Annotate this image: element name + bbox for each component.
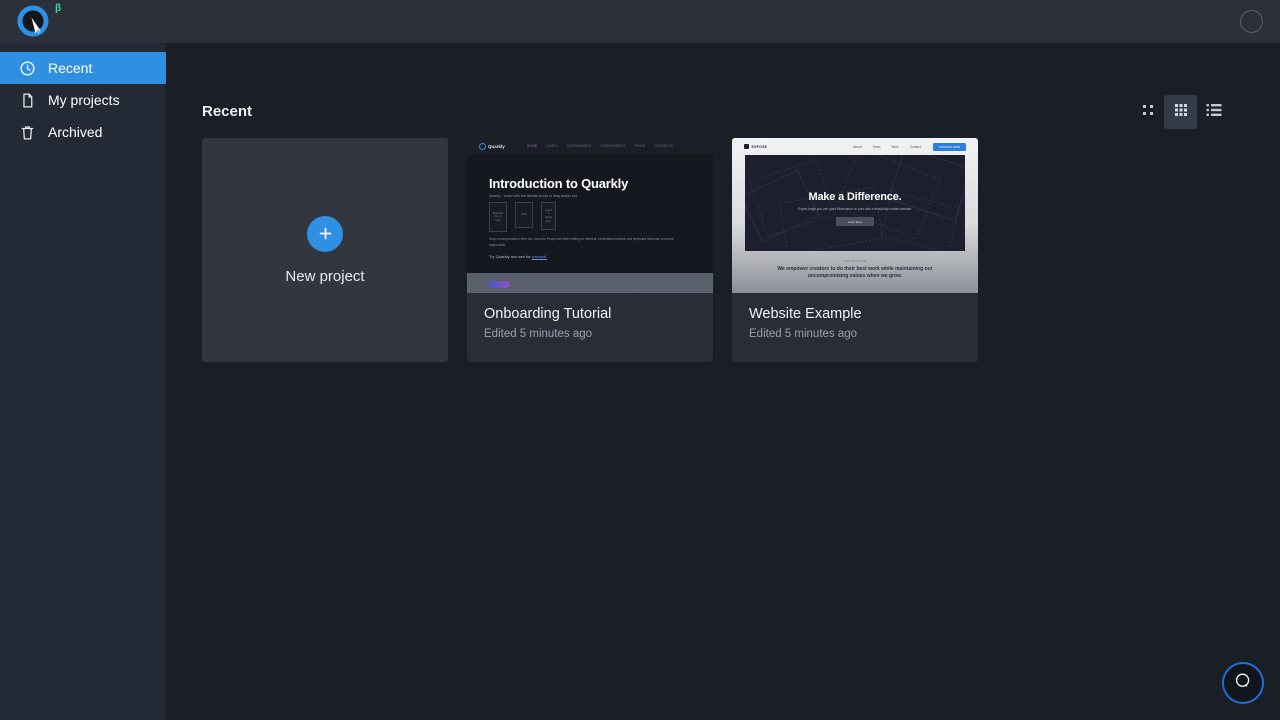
- view-mode-grid-button[interactable]: [1164, 95, 1197, 129]
- grid-3x3-icon: [1174, 103, 1188, 122]
- list-icon: [1206, 103, 1222, 122]
- sidebar-item-archived[interactable]: Archived: [0, 116, 166, 148]
- top-bar: β: [0, 0, 1280, 43]
- view-mode-compact-grid-button[interactable]: [1131, 95, 1164, 129]
- thumb-brand-name: Quarkly: [488, 143, 505, 149]
- quarkly-q-logo-icon: [14, 2, 52, 45]
- project-edited-time: Edited 5 minutes ago: [484, 327, 593, 340]
- content-header: Recent: [202, 95, 1255, 129]
- thumb-nav-link: CONTACTS: [654, 144, 673, 148]
- thumb-brand: Quarkly: [479, 142, 505, 150]
- thumb-cta-button: CONTACT NOW: [933, 143, 966, 151]
- thumb-heading: Make a Difference.: [808, 191, 902, 203]
- thumb-nav-link: CASES: [546, 144, 558, 148]
- sidebar-item-label: Archived: [48, 123, 103, 140]
- new-project-card[interactable]: New project: [202, 138, 448, 362]
- thumb-nav-link: COMPONENTS: [600, 144, 626, 148]
- project-card-info: Website Example Edited 5 minutes ago: [732, 293, 978, 341]
- clock-icon: [18, 59, 36, 77]
- thumb-nav-link: PRICE: [634, 144, 646, 148]
- thumb-brand-name: EXPOSE: [751, 144, 768, 149]
- main-content: Recent New project Quarkly HOME CASES CU…: [166, 43, 1280, 720]
- trash-icon: [18, 123, 36, 141]
- thumb-nav-link: Team: [872, 144, 881, 149]
- project-card[interactable]: Quarkly HOME CASES CUSTOMIZING COMPONENT…: [467, 138, 713, 362]
- thumb-nav-link: Work: [891, 144, 899, 149]
- sidebar-item-label: My projects: [48, 91, 120, 108]
- sidebar-item-recent[interactable]: Recent: [0, 52, 166, 84]
- view-mode-list-button[interactable]: [1197, 95, 1230, 129]
- thumb-nav-link: HOME: [526, 144, 538, 148]
- project-title: Onboarding Tutorial: [484, 306, 612, 322]
- thumb-boxes: Drag first box in here Drop Leave it whe…: [489, 202, 556, 232]
- project-card-info: Onboarding Tutorial Edited 5 minutes ago: [467, 293, 713, 341]
- thumb-box: Leave it where here: [541, 202, 556, 230]
- sidebar-item-my-projects[interactable]: My projects: [0, 84, 166, 116]
- thumb-footer-logo-icon: [489, 281, 509, 288]
- thumb-cta: Try Quarkly and see for yourself.: [489, 254, 547, 259]
- thumb-cta-text: Try Quarkly and see for: [489, 254, 531, 259]
- thumb-nav-link: About: [853, 144, 862, 149]
- thumb-cta-link: yourself.: [531, 254, 547, 259]
- help-chat-button[interactable]: [1222, 662, 1264, 704]
- sidebar: Recent My projects Archived: [0, 43, 166, 720]
- chat-bubble-icon: [1233, 671, 1253, 696]
- brand-logo[interactable]: β: [14, 2, 61, 45]
- thumb-heading: Introduction to Quarkly: [489, 176, 629, 191]
- thumb-body-text: We empower creators to do their best wor…: [777, 266, 933, 280]
- thumb-navbar: Quarkly HOME CASES CUSTOMIZING COMPONENT…: [467, 138, 713, 154]
- view-mode-toggle-group: [1131, 95, 1230, 129]
- page-title: Recent: [202, 103, 253, 120]
- thumb-footer-band: [467, 273, 713, 293]
- thumb-nav-link: Contact: [909, 144, 921, 149]
- thumb-subheading: Expert begin you use good information on…: [798, 207, 912, 211]
- project-title: Website Example: [749, 306, 862, 322]
- project-edited-time: Edited 5 minutes ago: [749, 327, 858, 340]
- thumb-subheading: Quarkly - create with the familiar block…: [489, 194, 578, 198]
- grid-2x2-icon: [1141, 103, 1155, 122]
- thumb-brand: EXPOSE: [744, 144, 767, 149]
- thumb-nav-links: HOME CASES CUSTOMIZING COMPONENTS PRICE …: [527, 144, 673, 148]
- beta-badge: β: [55, 3, 62, 14]
- thumb-logo-icon: [479, 142, 486, 150]
- sidebar-item-label: Recent: [48, 59, 93, 76]
- thumb-navbar: EXPOSE About Team Work Contact CONTACT N…: [732, 138, 978, 155]
- thumb-logo-icon: [744, 144, 749, 149]
- thumb-box: Drop: [515, 202, 533, 228]
- thumb-nav-link: CUSTOMIZING: [566, 144, 592, 148]
- projects-grid: New project Quarkly HOME CASES CUSTOMIZI…: [202, 138, 978, 362]
- thumb-hero-button: Learn More: [836, 217, 874, 226]
- user-avatar-placeholder-icon[interactable]: [1240, 10, 1263, 33]
- thumb-nav-links: About Team Work Contact: [853, 145, 921, 149]
- thumb-hero: Make a Difference. Expert begin you use …: [745, 155, 965, 251]
- project-thumbnail: EXPOSE About Team Work Contact CONTACT N…: [732, 138, 978, 293]
- hero-decoration-icon: [745, 155, 965, 251]
- thumb-paragraph: Drop a ready-made in here too. Now the P…: [489, 237, 674, 248]
- thumb-box: Drag first box in here: [489, 202, 507, 232]
- new-project-label: New project: [285, 267, 365, 285]
- thumb-eyebrow: OUR MISSION: [843, 259, 867, 263]
- app-root: β Recent My projects Archived Recent New…: [0, 0, 1280, 720]
- plus-icon: [307, 215, 343, 252]
- project-card[interactable]: EXPOSE About Team Work Contact CONTACT N…: [732, 138, 978, 362]
- project-thumbnail: Quarkly HOME CASES CUSTOMIZING COMPONENT…: [467, 138, 713, 293]
- document-icon: [18, 91, 36, 109]
